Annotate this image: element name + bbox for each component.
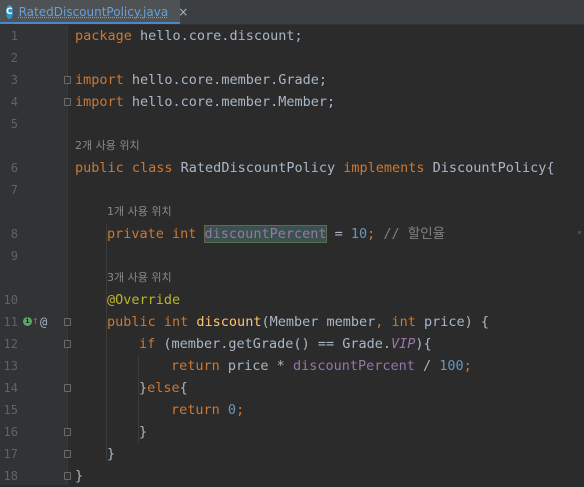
- code-text[interactable]: import hello.core.member.Grade;: [75, 69, 327, 91]
- code-line: 15 return 0;: [0, 399, 584, 421]
- code-text[interactable]: import hello.core.member.Member;: [75, 91, 335, 113]
- line-number: 4: [10, 95, 18, 109]
- scrollbar-marker[interactable]: [578, 231, 581, 234]
- code-line: 3 import hello.core.member.Grade;: [0, 69, 584, 91]
- line-number: 14: [3, 381, 18, 395]
- code-editor[interactable]: 1 package hello.core.discount; 2 3 impor…: [0, 25, 584, 485]
- code-text[interactable]: return 0;: [171, 399, 244, 421]
- java-class-icon: C: [6, 5, 13, 19]
- code-text[interactable]: @Override: [107, 289, 180, 311]
- code-line: 18 }: [0, 465, 584, 487]
- usage-hint[interactable]: 2개 사용 위치: [75, 135, 140, 157]
- line-number: 15: [3, 403, 18, 417]
- code-text[interactable]: }: [139, 421, 147, 443]
- line-number: 12: [3, 337, 18, 351]
- code-line: 14 }else{: [0, 377, 584, 399]
- line-number: 10: [3, 293, 18, 307]
- code-line: 7: [0, 179, 584, 201]
- code-line: 10 @Override: [0, 289, 584, 311]
- code-line: 9: [0, 245, 584, 267]
- highlighted-field: discountPercent: [203, 225, 328, 243]
- code-line: 11 i ↑ @ public int discount(Member memb…: [0, 311, 584, 333]
- tab-filename[interactable]: RatedDiscountPolicy.java: [19, 5, 169, 19]
- code-text[interactable]: package hello.core.discount;: [75, 25, 303, 47]
- code-line: 4 import hello.core.member.Member;: [0, 91, 584, 113]
- active-tab-indicator: [0, 22, 180, 24]
- fold-marker-icon[interactable]: [64, 472, 71, 480]
- code-line: 6 public class RatedDiscountPolicy imple…: [0, 157, 584, 179]
- implementation-icon[interactable]: i: [23, 317, 32, 326]
- close-tab-icon[interactable]: ×: [178, 5, 188, 19]
- code-line: 5: [0, 113, 584, 135]
- line-number: 5: [10, 117, 18, 131]
- line-number: 2: [10, 51, 18, 65]
- line-number: 1: [10, 29, 18, 43]
- code-text[interactable]: }: [75, 465, 83, 487]
- fold-marker-icon[interactable]: [64, 450, 71, 458]
- code-line: 17 }: [0, 443, 584, 465]
- fold-marker-icon[interactable]: [64, 340, 71, 348]
- usage-hint[interactable]: 3개 사용 위치: [107, 267, 172, 289]
- code-text[interactable]: if (member.getGrade() == Grade.VIP){: [139, 333, 432, 355]
- code-line: 1 package hello.core.discount;: [0, 25, 584, 47]
- editor-tab-bar: C RatedDiscountPolicy.java ×: [0, 0, 584, 25]
- usage-hint-line: 2개 사용 위치: [0, 135, 584, 157]
- tab-rated-discount-policy[interactable]: C RatedDiscountPolicy.java ×: [0, 0, 188, 24]
- fold-marker-icon[interactable]: [64, 76, 71, 84]
- usage-hint-line: 3개 사용 위치: [0, 267, 584, 289]
- code-text[interactable]: }else{: [139, 377, 188, 399]
- line-number: 17: [3, 447, 18, 461]
- fold-marker-icon[interactable]: [64, 428, 71, 436]
- line-number: 11: [3, 315, 18, 329]
- line-number: 7: [10, 183, 18, 197]
- override-arrow-icon[interactable]: ↑: [32, 315, 39, 327]
- line-number: 9: [10, 249, 18, 263]
- code-text[interactable]: public int discount(Member member, int p…: [107, 311, 489, 333]
- fold-marker-icon[interactable]: [64, 384, 71, 392]
- override-at-icon[interactable]: @: [40, 315, 47, 329]
- code-line: 8 private int discountPercent = 10; // 할…: [0, 223, 584, 245]
- fold-marker-icon[interactable]: [64, 98, 71, 106]
- code-line: 2: [0, 47, 584, 69]
- code-text[interactable]: public class RatedDiscountPolicy impleme…: [75, 157, 555, 179]
- code-text[interactable]: private int discountPercent = 10; // 할인율: [107, 223, 445, 245]
- code-line: 12 if (member.getGrade() == Grade.VIP){: [0, 333, 584, 355]
- code-line: 13 return price * discountPercent / 100;: [0, 355, 584, 377]
- code-text[interactable]: return price * discountPercent / 100;: [171, 355, 472, 377]
- fold-marker-icon[interactable]: [64, 318, 71, 326]
- line-number: 13: [3, 359, 18, 373]
- code-text[interactable]: }: [107, 443, 115, 465]
- usage-hint-line: 1개 사용 위치: [0, 201, 584, 223]
- usage-hint[interactable]: 1개 사용 위치: [107, 201, 172, 223]
- line-number: 6: [10, 161, 18, 175]
- code-line: 16 }: [0, 421, 584, 443]
- line-number: 18: [3, 469, 18, 483]
- line-number: 16: [3, 425, 18, 439]
- line-number: 8: [10, 227, 18, 241]
- line-number: 3: [10, 73, 18, 87]
